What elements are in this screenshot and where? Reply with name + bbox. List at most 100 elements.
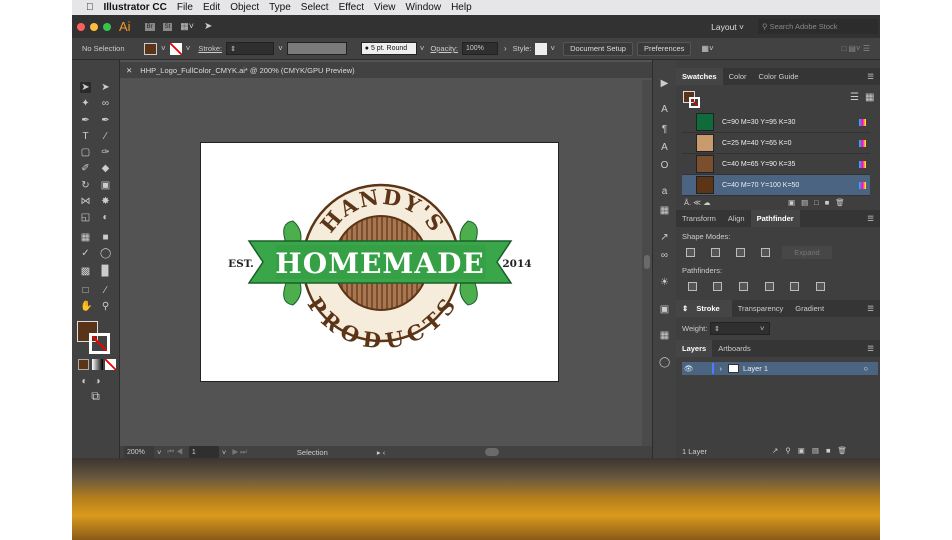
panel-menu-icon[interactable]: ☰ <box>861 300 880 317</box>
grid-panel-icon[interactable]: ▦ <box>659 330 670 341</box>
menu-file[interactable]: File <box>177 2 193 13</box>
gradient-mode-icon[interactable] <box>92 359 103 370</box>
paintbrush-tool-icon[interactable]: ✑ <box>100 147 111 158</box>
character-panel-icon[interactable]: A <box>659 104 670 115</box>
curvature-tool-icon[interactable]: ✒ <box>100 115 111 126</box>
rectangle-tool-icon[interactable]: ▢ <box>80 147 91 158</box>
pen-tool-icon[interactable]: ✒ <box>80 115 91 126</box>
bridge-button[interactable]: Br <box>144 22 155 31</box>
tab-artboards[interactable]: Artboards <box>712 340 757 357</box>
none-mode-icon[interactable] <box>105 359 116 370</box>
swatch-actions-icons[interactable]: ▣▤□■🗑 <box>788 198 851 207</box>
swatch-libraries-icon[interactable]: Å. ≪ ☁ <box>684 198 711 207</box>
mesh-tool-icon[interactable]: ▦ <box>80 232 91 243</box>
shaper-tool-icon[interactable]: ✐ <box>80 163 91 174</box>
menu-help[interactable]: Help <box>451 2 472 13</box>
stroke-weight-input[interactable]: ⇕ <box>226 42 275 55</box>
panel-options-icons[interactable]: □ ▤˅ ☰ <box>841 44 870 53</box>
preferences-button[interactable]: Preferences <box>636 41 692 56</box>
export-icon[interactable]: ↗ <box>659 232 670 243</box>
fill-color-swatch[interactable] <box>144 42 157 55</box>
slice-tool-icon[interactable]: ∕ <box>100 285 111 296</box>
width-tool-icon[interactable]: ⋈ <box>80 196 91 207</box>
menu-object[interactable]: Object <box>230 2 259 13</box>
menu-type[interactable]: Type <box>269 2 291 13</box>
expand-layer-icon[interactable]: › <box>720 364 723 373</box>
asset-export-icon[interactable]: ▦ <box>659 205 670 216</box>
screen-mode-icon[interactable]: ⧉ <box>90 390 101 402</box>
hand-tool-icon[interactable]: ✋ <box>80 301 92 312</box>
artboard[interactable]: HANDY'S PRODUCTS HOMEMADE EST. 2014 <box>200 142 559 382</box>
search-adobe-stock-input[interactable]: ⚲ Search Adobe Stock <box>758 19 878 34</box>
graphic-style-swatch[interactable] <box>535 42 548 55</box>
tab-color[interactable]: Color <box>723 68 753 85</box>
eraser-tool-icon[interactable]: ◆ <box>100 163 111 174</box>
links-icon[interactable]: ∞ <box>659 250 670 261</box>
exclude-icon[interactable] <box>761 248 770 257</box>
merge-icon[interactable] <box>739 282 748 291</box>
character-styles-icon[interactable]: A <box>659 142 670 153</box>
expand-button[interactable]: Expand <box>782 246 832 259</box>
minus-front-icon[interactable] <box>711 248 720 257</box>
swatch-item[interactable]: C=90 M=30 Y=95 K=30 <box>682 112 870 133</box>
brush-definition[interactable]: ● 5 pt. Round <box>360 42 417 55</box>
document-tab[interactable]: ✕ HHP_Logo_FullColor_CMYK.ai* @ 200% (CM… <box>120 62 652 78</box>
weight-dropdown-icon[interactable]: ˅ <box>760 324 764 333</box>
selection-tool-icon[interactable]: ➤ <box>80 82 91 93</box>
artboard-number-input[interactable]: 1 <box>188 445 219 459</box>
scale-tool-icon[interactable]: ▣ <box>100 180 111 191</box>
gpu-performance-icon[interactable]: ➤ <box>204 21 212 32</box>
layer-target-icon[interactable]: ○ <box>863 364 868 373</box>
play-action-icon[interactable]: ▶ <box>659 78 670 89</box>
opentype-icon[interactable]: O <box>659 160 670 171</box>
panel-menu-icon[interactable]: ☰ <box>861 68 880 85</box>
tab-transparency[interactable]: Transparency <box>732 300 790 317</box>
layer-row[interactable]: 👁 › Layer 1 ○ <box>682 362 878 375</box>
panel-menu-icon[interactable]: ☰ <box>861 210 880 227</box>
type-tool-icon[interactable]: T <box>80 131 91 142</box>
layers-actions-icons[interactable]: ↗⚲▣▤■🗑 <box>772 446 854 455</box>
visibility-eye-icon[interactable]: 👁 <box>684 364 694 373</box>
zoom-level-input[interactable]: 200% <box>124 445 154 459</box>
menu-edit[interactable]: Edit <box>203 2 220 13</box>
menu-view[interactable]: View <box>374 2 396 13</box>
artboard-tool-icon[interactable]: □ <box>80 285 91 296</box>
zoom-window-button[interactable] <box>103 22 111 31</box>
close-window-button[interactable] <box>77 22 85 31</box>
stock-button[interactable]: St <box>162 22 173 31</box>
crop-icon[interactable] <box>765 282 774 291</box>
blend-tool-icon[interactable]: ◯ <box>100 248 111 259</box>
swatch-item[interactable]: C=40 M=65 Y=90 K=35 <box>682 154 870 175</box>
minus-back-icon[interactable] <box>816 282 825 291</box>
gradient-tool-icon[interactable]: ■ <box>100 232 111 243</box>
lasso-tool-icon[interactable]: ∞ <box>100 98 111 109</box>
menu-effect[interactable]: Effect <box>339 2 364 13</box>
close-tab-icon[interactable]: ✕ <box>126 66 132 75</box>
workspace-switcher[interactable]: Layout ˅ <box>711 22 744 32</box>
stroke-none-swatch[interactable] <box>169 42 182 55</box>
opacity-input[interactable]: 100% <box>461 42 498 55</box>
thumbnail-view-icon[interactable]: ▦ <box>865 92 874 103</box>
line-tool-icon[interactable]: ∕ <box>100 131 111 142</box>
trim-icon[interactable] <box>713 282 722 291</box>
tab-color-guide[interactable]: Color Guide <box>753 68 805 85</box>
draw-mode-icon[interactable]: ◐ <box>79 376 90 387</box>
vertical-scrollbar[interactable] <box>642 80 652 446</box>
tab-stroke[interactable]: ⇕ Stroke <box>676 300 732 317</box>
menu-window[interactable]: Window <box>405 2 441 13</box>
stroke-none-indicator[interactable] <box>689 97 700 108</box>
libraries-icon[interactable]: ◯ <box>659 357 670 368</box>
tab-align[interactable]: Align <box>722 210 751 227</box>
divide-icon[interactable] <box>688 282 697 291</box>
rotate-tool-icon[interactable]: ↻ <box>80 180 91 191</box>
direct-selection-tool-icon[interactable]: ➤ <box>100 82 111 93</box>
free-transform-tool-icon[interactable]: ◱ <box>80 212 91 223</box>
panel-menu-icon[interactable]: ☰ <box>861 340 880 357</box>
list-view-icon[interactable]: ☰ <box>850 92 859 103</box>
color-mode-icon[interactable] <box>78 359 89 370</box>
stroke-swatch[interactable] <box>89 333 110 354</box>
arrange-documents-icon[interactable]: ▦˅ <box>180 21 194 32</box>
status-menu-icon[interactable]: ▸ ‹ <box>377 448 385 457</box>
next-artboard-icons[interactable]: ▶ ⏭ <box>232 447 247 457</box>
tab-gradient[interactable]: Gradient <box>789 300 830 317</box>
